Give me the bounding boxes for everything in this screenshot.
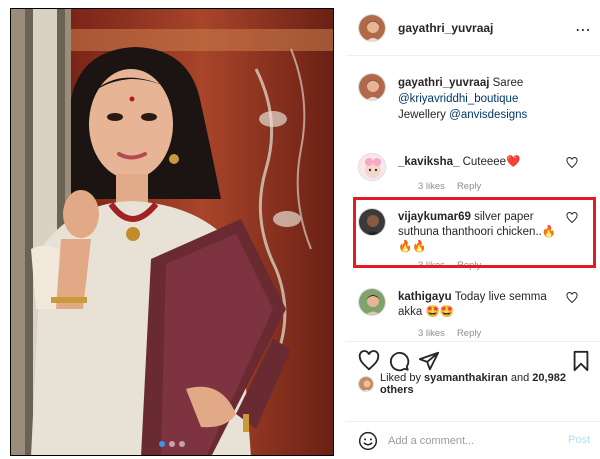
comment-input[interactable] xyxy=(388,430,548,452)
heart-icon[interactable] xyxy=(566,292,578,304)
comment-text: kathigayu Today live semma akka 🤩🤩 xyxy=(398,290,570,320)
comment-icon[interactable] xyxy=(388,350,410,372)
comment-author[interactable]: kathigayu xyxy=(398,291,452,303)
share-icon[interactable] xyxy=(418,350,440,372)
liked-by-prefix: Liked by xyxy=(380,372,421,384)
avatar[interactable] xyxy=(358,288,386,316)
liked-by-user[interactable]: syamanthakiran xyxy=(424,372,508,384)
caption-author[interactable]: gayathri_yuvraaj xyxy=(398,77,489,89)
carousel-dots xyxy=(11,441,333,447)
avatar[interactable] xyxy=(358,13,386,42)
heart-icon[interactable] xyxy=(566,157,578,169)
comment-meta: 3 likes Reply xyxy=(418,328,481,339)
caption-text: gayathri_yuvraaj Saree @kriyavriddhi_bou… xyxy=(398,75,588,123)
carousel-dot[interactable] xyxy=(179,441,185,447)
comment-item: _kaviksha_ Cuteeee❤️ 3 likes Reply xyxy=(346,153,600,193)
avatar[interactable] xyxy=(358,73,386,101)
comment-likes[interactable]: 3 likes xyxy=(418,181,445,192)
comment-body: Cuteeee❤️ xyxy=(462,156,521,168)
caption-body: Saree xyxy=(492,77,524,89)
caption-mention-link[interactable]: @kriyavriddhi_boutique xyxy=(398,93,518,105)
avatar[interactable] xyxy=(358,376,374,392)
instagram-post: gayathri_yuvraaj ⋯ gayathri_yuvraaj Sare… xyxy=(0,0,600,459)
carousel-dot[interactable] xyxy=(169,441,175,447)
bookmark-icon[interactable] xyxy=(570,350,592,372)
more-icon[interactable]: ⋯ xyxy=(575,20,592,40)
caption-mention-link[interactable]: @anvisdesigns xyxy=(449,109,527,121)
comment-item: kathigayu Today live semma akka 🤩🤩 3 lik… xyxy=(346,288,600,339)
comment-author[interactable]: _kaviksha_ xyxy=(398,156,459,168)
comment-text: _kaviksha_ Cuteeee❤️ xyxy=(398,155,570,170)
post-button[interactable]: Post xyxy=(568,434,590,446)
add-comment-bar: Post xyxy=(346,421,600,459)
comment-meta: 3 likes Reply xyxy=(418,181,481,192)
heart-icon[interactable] xyxy=(358,350,380,372)
liked-by: Liked by syamanthakiran and 20,982 other… xyxy=(358,372,600,396)
post-photo[interactable] xyxy=(10,8,334,456)
header-username[interactable]: gayathri_yuvraaj xyxy=(398,21,493,35)
caption: gayathri_yuvraaj Saree @kriyavriddhi_bou… xyxy=(346,73,600,123)
liked-by-text: Liked by syamanthakiran and 20,982 other… xyxy=(380,372,600,396)
post-header: gayathri_yuvraaj ⋯ xyxy=(346,0,600,56)
caption-body-line2: Jewellery xyxy=(398,109,446,121)
woman-in-saree-image xyxy=(11,9,333,455)
highlight-box xyxy=(353,197,596,268)
carousel-dot[interactable] xyxy=(159,441,165,447)
liked-by-and: and xyxy=(510,372,530,384)
avatar[interactable] xyxy=(358,153,386,181)
reply-button[interactable]: Reply xyxy=(457,181,481,192)
reply-button[interactable]: Reply xyxy=(457,328,481,339)
smiley-icon[interactable] xyxy=(358,431,378,451)
comment-likes[interactable]: 3 likes xyxy=(418,328,445,339)
